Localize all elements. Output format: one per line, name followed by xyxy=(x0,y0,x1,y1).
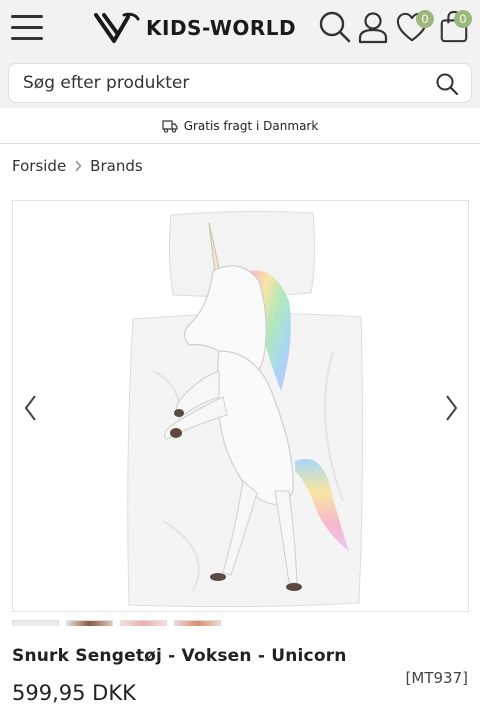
search-section xyxy=(0,56,480,108)
breadcrumb-brands[interactable]: Brands xyxy=(90,157,143,175)
logo-text: KIDS-WORLD xyxy=(146,16,297,40)
gallery-prev-arrow[interactable] xyxy=(21,393,41,423)
cart-count-badge: 0 xyxy=(454,10,472,28)
thumbnail-strip xyxy=(12,620,221,626)
product-title: Snurk Sengetøj - Voksen - Unicorn xyxy=(12,646,347,666)
thumbnail[interactable] xyxy=(174,620,221,626)
logo-mark-icon xyxy=(94,12,140,43)
product-gallery xyxy=(12,200,469,612)
search-input[interactable] xyxy=(9,64,419,102)
shipping-banner-text: Gratis fragt i Danmark xyxy=(183,118,319,133)
product-sku: [MT937] xyxy=(405,669,468,687)
truck-icon xyxy=(162,119,178,133)
product-price: 599,95 DKK xyxy=(12,681,136,705)
menu-icon[interactable] xyxy=(11,13,43,41)
search-submit-icon[interactable] xyxy=(435,72,459,96)
gallery-next-arrow[interactable] xyxy=(441,393,461,423)
search-bar xyxy=(8,63,472,103)
breadcrumb: Forside Brands xyxy=(12,156,143,176)
wishlist-count-badge: 0 xyxy=(416,10,434,28)
site-header: KIDS-WORLD 0 0 xyxy=(0,0,480,56)
breadcrumb-home[interactable]: Forside xyxy=(12,157,66,175)
thumbnail[interactable] xyxy=(66,620,113,626)
account-icon[interactable] xyxy=(356,10,390,44)
unicorn-bedding-image[interactable] xyxy=(13,201,469,612)
thumbnail[interactable] xyxy=(12,620,59,626)
thumbnail[interactable] xyxy=(120,620,167,626)
search-icon[interactable] xyxy=(318,10,352,44)
shipping-banner: Gratis fragt i Danmark xyxy=(0,108,480,144)
site-logo[interactable]: KIDS-WORLD xyxy=(94,10,296,46)
chevron-right-icon xyxy=(75,160,82,172)
cart-button[interactable]: 0 xyxy=(438,10,478,46)
wishlist-button[interactable]: 0 xyxy=(396,10,436,46)
